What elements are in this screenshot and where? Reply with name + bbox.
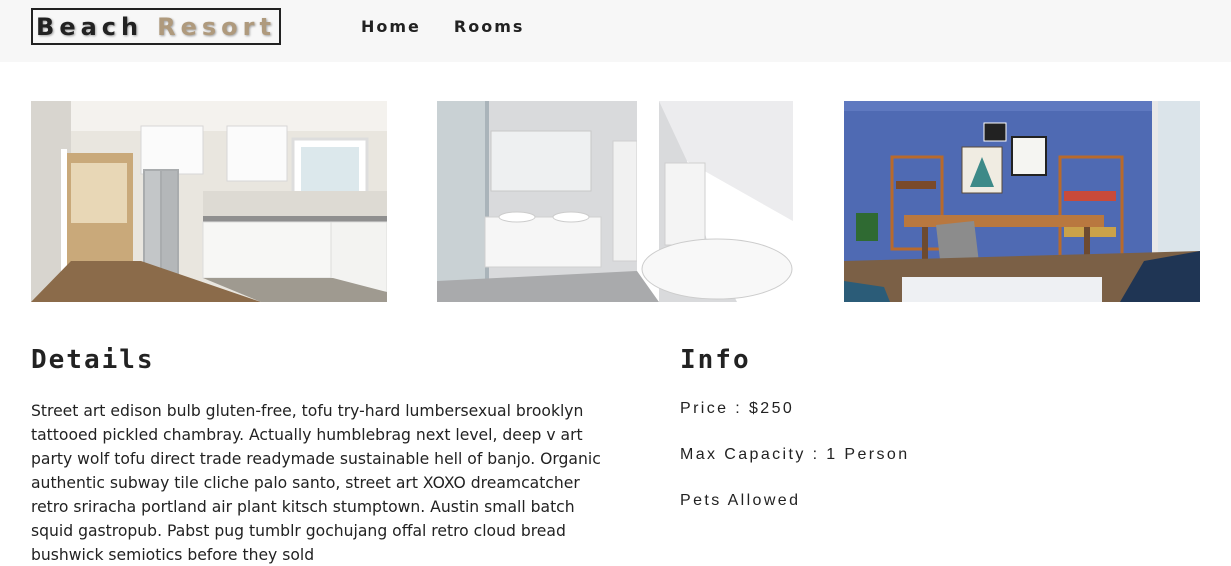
nav-link-home[interactable]: Home: [361, 17, 421, 36]
logo-word-resort: Resort: [157, 12, 276, 41]
nav-link-rooms[interactable]: Rooms: [454, 17, 525, 36]
site-logo[interactable]: Beach Resort: [31, 8, 281, 45]
details-heading: Details: [31, 345, 155, 375]
nav-links: Home Rooms: [361, 17, 524, 36]
logo-word-beach: Beach: [36, 12, 144, 41]
details-description: Street art edison bulb gluten-free, tofu…: [31, 402, 601, 564]
info-capacity: Max Capacity : 1 Person: [680, 446, 910, 463]
navbar: Beach Resort Home Rooms: [0, 0, 1231, 62]
room-photo-kitchen: [31, 101, 387, 302]
room-photo-office: [844, 101, 1200, 302]
info-price: Price : $250: [680, 400, 795, 417]
room-photo-bathroom: [437, 101, 793, 302]
info-heading: Info: [680, 345, 751, 375]
info-pets: Pets Allowed: [680, 492, 801, 509]
info-list: Price : $250 Max Capacity : 1 Person Pet…: [680, 399, 910, 537]
